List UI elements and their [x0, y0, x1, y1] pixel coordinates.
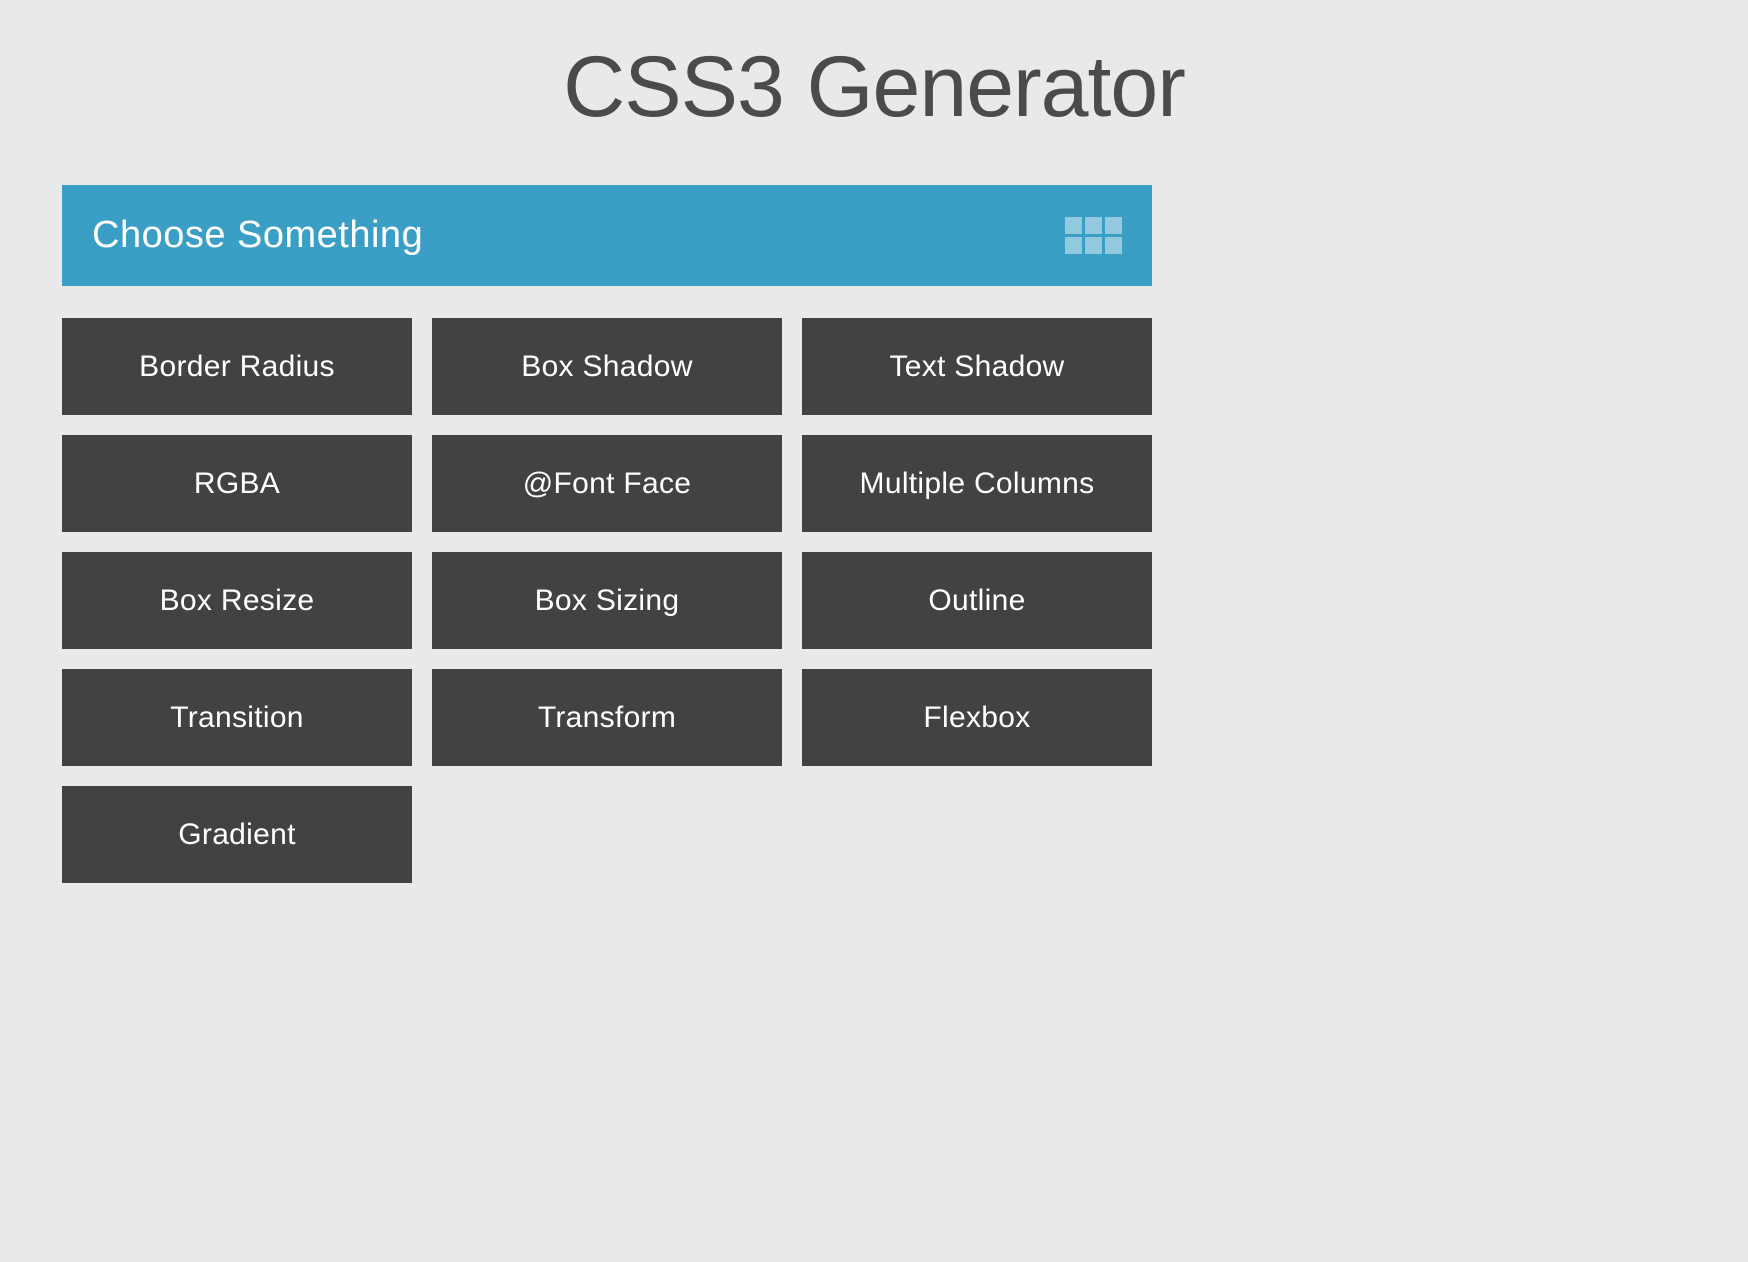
tile-transform[interactable]: Transform — [432, 669, 782, 766]
options-grid: Border Radius Box Shadow Text Shadow RGB… — [62, 318, 1152, 883]
tile-border-radius[interactable]: Border Radius — [62, 318, 412, 415]
tile-box-resize[interactable]: Box Resize — [62, 552, 412, 649]
tile-outline[interactable]: Outline — [802, 552, 1152, 649]
tile-multiple-columns[interactable]: Multiple Columns — [802, 435, 1152, 532]
tile-gradient[interactable]: Gradient — [62, 786, 412, 883]
tile-rgba[interactable]: RGBA — [62, 435, 412, 532]
selector-label: Choose Something — [92, 214, 423, 257]
tile-flexbox[interactable]: Flexbox — [802, 669, 1152, 766]
tile-text-shadow[interactable]: Text Shadow — [802, 318, 1152, 415]
grid-icon — [1065, 217, 1122, 254]
tile-box-sizing[interactable]: Box Sizing — [432, 552, 782, 649]
selector-header[interactable]: Choose Something — [62, 185, 1152, 286]
tile-font-face[interactable]: @Font Face — [432, 435, 782, 532]
main-container: Choose Something Border Radius Box Shado… — [62, 185, 1152, 883]
page-title: CSS3 Generator — [0, 0, 1748, 185]
tile-transition[interactable]: Transition — [62, 669, 412, 766]
tile-box-shadow[interactable]: Box Shadow — [432, 318, 782, 415]
